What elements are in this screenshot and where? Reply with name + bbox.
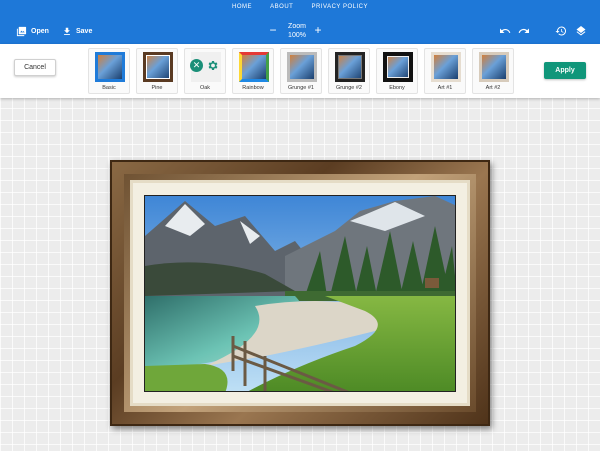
frame-thumbnail: [431, 52, 461, 82]
framed-image-preview: [110, 160, 490, 426]
frame-option-label: Art #1: [437, 85, 453, 91]
frame-thumbnail: [143, 52, 173, 82]
frame-thumbnail: [95, 52, 125, 82]
frame-option-grunge-1[interactable]: Grunge #1: [280, 48, 322, 94]
frame-option-label: Ebony: [389, 85, 405, 91]
download-icon: [64, 27, 70, 35]
frame-option-label: Art #2: [485, 85, 501, 91]
undo-button[interactable]: [498, 24, 512, 38]
zoom-in-button[interactable]: +: [312, 24, 324, 38]
history-icon: [555, 26, 566, 36]
layers-icon: [576, 26, 586, 36]
frame-thumbnail: [383, 52, 413, 82]
oak-selected-controls: ✕: [190, 59, 219, 72]
zoom-indicator: Zoom 100%: [277, 22, 317, 40]
layers-button[interactable]: [574, 24, 588, 38]
redo-icon: [518, 28, 529, 33]
frame-option-art-2[interactable]: Art #2: [472, 48, 514, 94]
cancel-button[interactable]: Cancel: [14, 59, 56, 76]
gear-icon[interactable]: [206, 59, 219, 72]
frame-option-basic[interactable]: Basic: [88, 48, 130, 94]
frame-option-label: Oak: [199, 85, 211, 91]
frame-option-oak[interactable]: ✕ Oak: [184, 48, 226, 94]
frame-option-label: Pine: [151, 85, 163, 91]
landscape-photo-image: [145, 196, 455, 391]
redo-button[interactable]: [517, 24, 531, 38]
frame-option-label: Grunge #2: [336, 85, 362, 91]
zoom-label: Zoom: [288, 23, 306, 30]
frame-thumbnail: [479, 52, 509, 82]
frame-option-art-1[interactable]: Art #1: [424, 48, 466, 94]
undo-icon: [500, 28, 511, 33]
nav-menu: HOME ABOUT PRIVACY POLICY: [0, 4, 600, 10]
nav-privacy-link[interactable]: PRIVACY POLICY: [312, 4, 368, 10]
frame-options-list: Basic Pine ✕ Oak Rainbow Grunge #1 Grung…: [88, 48, 520, 94]
save-label: Save: [76, 27, 93, 35]
landscape-photo: [144, 195, 456, 392]
frame-thumbnail: [239, 52, 269, 82]
history-button[interactable]: [554, 24, 568, 38]
frame-option-grunge-2[interactable]: Grunge #2: [328, 48, 370, 94]
open-label: Open: [31, 27, 49, 35]
top-bar: HOME ABOUT PRIVACY POLICY Open Save − Zo…: [0, 0, 600, 44]
frame-thumbnail: [335, 52, 365, 82]
open-images-icon: [16, 26, 27, 36]
frame-option-label: Basic: [102, 85, 116, 91]
frame-option-label: Rainbow: [242, 85, 264, 91]
save-button[interactable]: Save: [62, 24, 92, 38]
zoom-value: 100%: [288, 32, 306, 39]
frame-toolstrip: Cancel Basic Pine ✕ Oak Rainbow Grunge #…: [0, 44, 600, 98]
apply-button[interactable]: Apply: [544, 62, 586, 79]
nav-about-link[interactable]: ABOUT: [270, 4, 293, 10]
frame-thumbnail: [287, 52, 317, 82]
open-button[interactable]: Open: [16, 24, 49, 38]
frame-option-label: Grunge #1: [288, 85, 314, 91]
frame-option-ebony[interactable]: Ebony: [376, 48, 418, 94]
frame-option-rainbow[interactable]: Rainbow: [232, 48, 274, 94]
remove-frame-icon[interactable]: ✕: [190, 59, 203, 72]
nav-home-link[interactable]: HOME: [232, 4, 252, 10]
frame-option-pine[interactable]: Pine: [136, 48, 178, 94]
